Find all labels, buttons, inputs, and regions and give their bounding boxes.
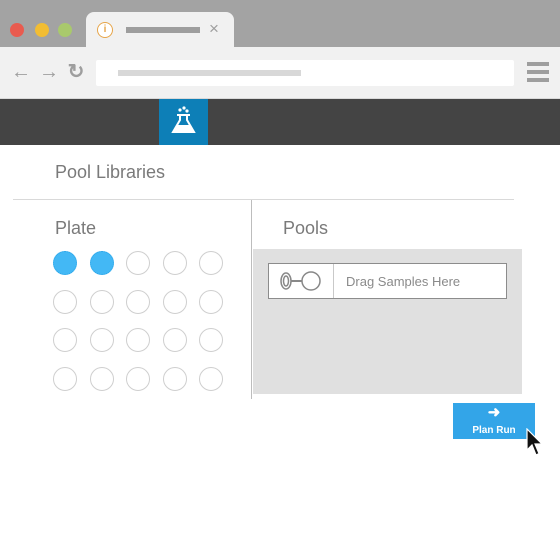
drag-placeholder: Drag Samples Here — [346, 274, 461, 289]
plate-well[interactable] — [126, 366, 150, 391]
plate-well[interactable] — [126, 251, 150, 275]
hamburger-menu-icon[interactable] — [527, 62, 549, 84]
close-tab-icon[interactable]: × — [209, 19, 219, 39]
browser-tab-bar: i × — [0, 0, 560, 48]
close-window-button[interactable] — [10, 23, 24, 37]
plate-well[interactable] — [199, 366, 223, 391]
plate-well[interactable] — [199, 251, 223, 275]
plan-run-label: Plan Run — [472, 425, 516, 436]
plate-well[interactable] — [162, 289, 187, 314]
forward-arrow-icon[interactable]: → — [39, 62, 59, 82]
arrow-right-icon: ➜ — [487, 404, 501, 421]
plate-well[interactable] — [126, 328, 150, 352]
column-divider — [251, 200, 252, 399]
plan-run-button[interactable]: ➜ Plan Run — [453, 403, 535, 439]
plate-well[interactable] — [199, 328, 223, 352]
plate-well[interactable] — [162, 251, 187, 275]
header-divider — [13, 199, 514, 200]
flask-icon — [171, 106, 196, 133]
pool-icon-cell — [269, 264, 334, 298]
plate-well[interactable] — [162, 366, 187, 391]
plate-well[interactable] — [53, 366, 77, 391]
plate-well[interactable] — [89, 366, 114, 391]
plate-well[interactable] — [53, 328, 77, 352]
browser-nav-bar: ← → ↻ — [0, 47, 560, 99]
url-placeholder — [118, 70, 301, 76]
mouse-cursor-icon — [526, 428, 543, 456]
plate-well[interactable] — [53, 289, 77, 314]
pool-tube-icon — [280, 271, 321, 291]
reload-icon[interactable]: ↻ — [66, 62, 86, 82]
plate-well[interactable] — [199, 289, 223, 314]
plate-well[interactable] — [126, 289, 150, 314]
plate-well[interactable] — [89, 328, 114, 352]
browser-tab[interactable]: i × — [86, 12, 234, 48]
tab-title-placeholder — [126, 27, 200, 33]
back-arrow-icon[interactable]: ← — [11, 62, 31, 82]
app-logo[interactable] — [159, 99, 208, 145]
app-header — [0, 99, 560, 145]
plate-well[interactable] — [53, 251, 77, 275]
page-title: Pool Libraries — [55, 162, 166, 182]
plate-title: Plate — [55, 218, 97, 238]
info-icon: i — [97, 22, 113, 38]
minimize-window-button[interactable] — [35, 23, 49, 37]
plate-well[interactable] — [162, 328, 187, 352]
pool-drop-zone[interactable]: Drag Samples Here — [268, 263, 507, 299]
pools-title: Pools — [283, 218, 329, 238]
plate-well[interactable] — [89, 289, 114, 314]
plate-well[interactable] — [89, 251, 114, 275]
maximize-window-button[interactable] — [58, 23, 72, 37]
address-bar[interactable] — [96, 60, 514, 86]
